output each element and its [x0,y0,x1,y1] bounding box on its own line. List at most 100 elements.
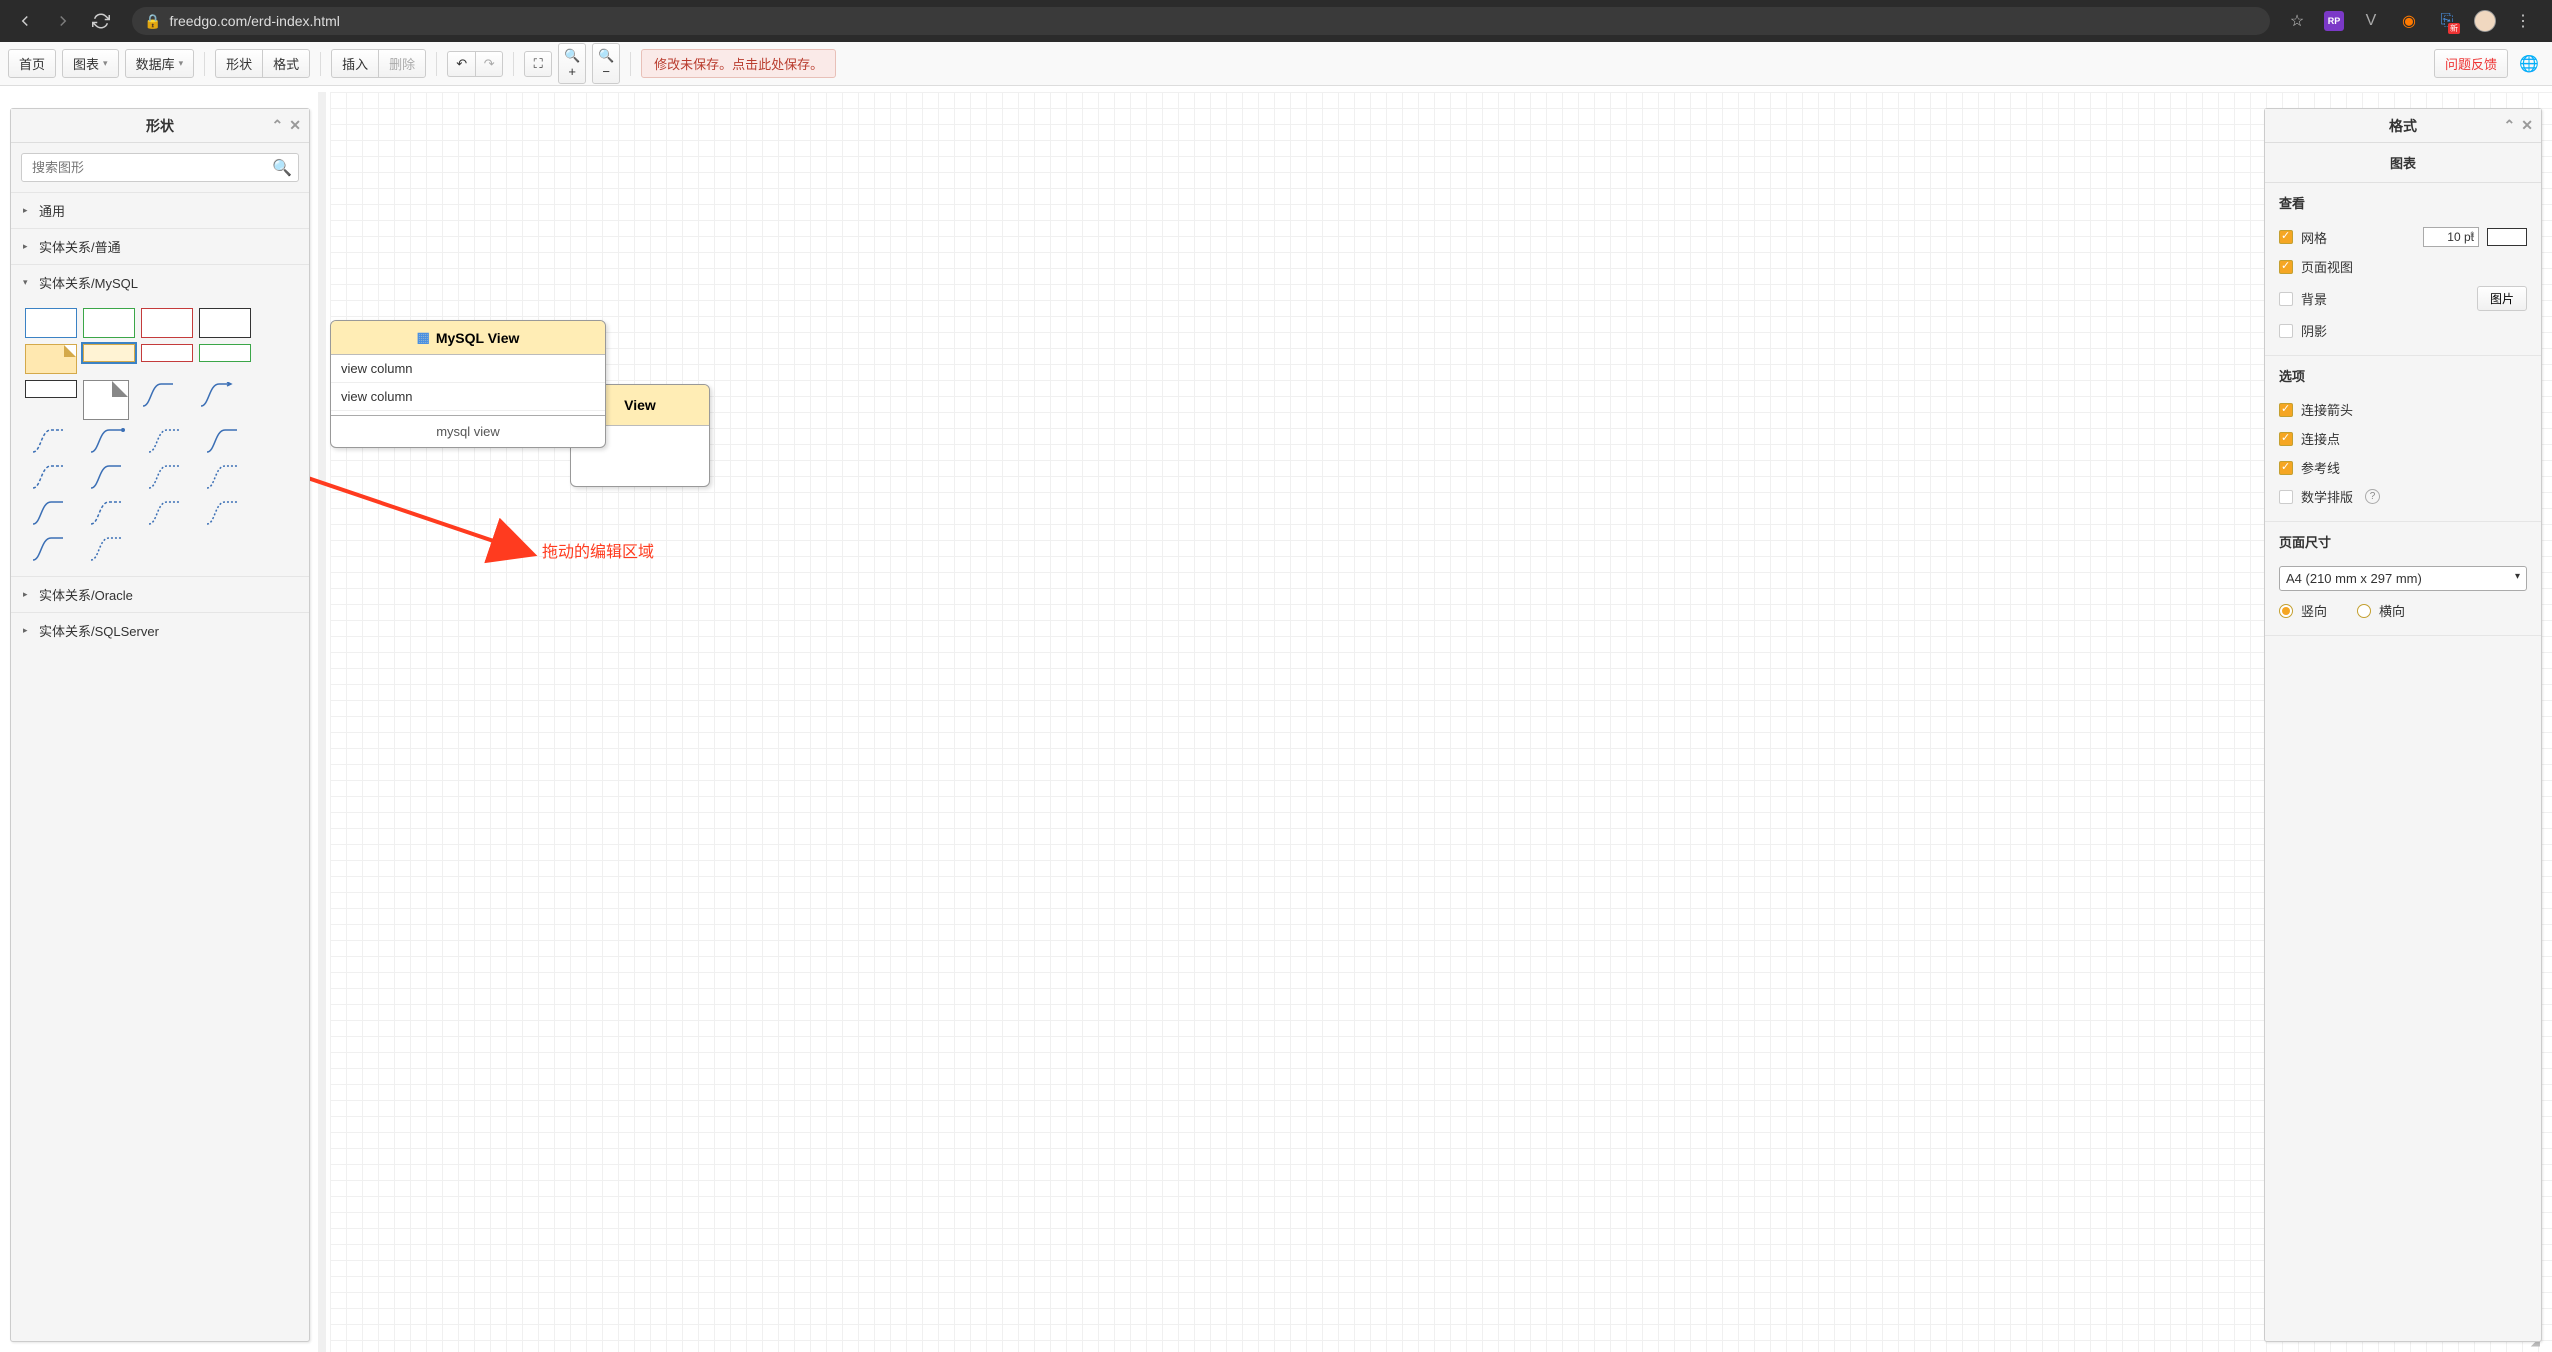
chart-menu[interactable]: 图表▾ [62,49,119,78]
grid-size-input[interactable]: 10 pt [2423,227,2479,247]
extension-orange-icon[interactable]: ◉ [2398,10,2420,32]
shape-relation-line[interactable] [199,462,251,492]
close-icon[interactable]: ✕ [289,117,301,134]
section-options: 选项 [2279,366,2527,385]
shape-relation-line[interactable] [199,498,251,528]
chevron-right-icon: ▸ [23,625,33,636]
pagesize-select[interactable]: A4 (210 mm x 297 mm)▾ [2279,566,2527,591]
search-icon[interactable]: 🔍 [266,154,298,181]
image-button[interactable]: 图片 [2477,286,2527,311]
scrollbar[interactable] [318,92,326,1352]
shape-view-red[interactable] [141,344,193,362]
chevron-down-icon: ▾ [23,277,33,288]
url-bar[interactable]: 🔒 freedgo.com/erd-index.html [132,7,2270,35]
insert-button[interactable]: 插入 [331,49,378,78]
checkbox-math[interactable] [2279,490,2293,504]
shape-note-large[interactable] [83,380,129,420]
shape-relation-line[interactable] [83,534,135,564]
checkbox-background[interactable] [2279,292,2293,306]
extension-translate-icon[interactable]: ⎘ [2436,10,2458,32]
reload-button[interactable] [86,6,116,36]
app-toolbar: 首页 图表▾ 数据库▾ 形状 格式 插入 删除 ↶ ↷ ⛶ 🔍+ 🔍− 修改未保… [0,42,2552,86]
checkbox-conn-points[interactable] [2279,432,2293,446]
shape-table-blue[interactable] [25,308,77,338]
shape-relation-line[interactable] [25,426,77,456]
checkbox-pageview[interactable] [2279,260,2293,274]
view-column-row: view column [331,355,605,383]
forward-button[interactable] [48,6,78,36]
category-er-common[interactable]: ▸实体关系/普通 [11,229,309,264]
zoom-out-button[interactable]: 🔍− [592,43,620,84]
category-er-sqlserver[interactable]: ▸实体关系/SQLServer [11,613,309,648]
checkbox-conn-arrows[interactable] [2279,403,2293,417]
collapse-icon[interactable]: ⌃ [2504,117,2516,134]
extension-v-icon[interactable]: V [2360,10,2382,32]
shape-relation-line[interactable] [25,498,77,528]
shape-relation-line[interactable] [193,380,245,410]
shape-relation-line[interactable] [199,426,251,456]
shape-relation-line[interactable] [141,426,193,456]
shape-view-black[interactable] [25,380,77,398]
home-button[interactable]: 首页 [8,49,56,78]
fit-button[interactable]: ⛶ [524,51,552,77]
format-panel: 格式 ⌃ ✕ 图表 查看 网格 10 pt 页面视图 [2264,108,2542,1342]
shape-relation-line[interactable] [141,498,193,528]
shape-relation-line[interactable] [25,534,77,564]
checkbox-shadow[interactable] [2279,324,2293,338]
shape-table-red[interactable] [141,308,193,338]
radio-landscape[interactable] [2357,604,2371,618]
annotation-text: 拖动的编辑区域 [542,538,654,562]
category-general[interactable]: ▸通用 [11,193,309,228]
delete-button[interactable]: 删除 [378,49,426,78]
shape-relation-line[interactable] [135,380,187,410]
shape-note[interactable] [25,344,77,374]
format-button[interactable]: 格式 [262,49,310,78]
shape-table-black[interactable] [199,308,251,338]
info-icon[interactable]: ? [2365,489,2380,504]
profile-avatar[interactable] [2474,10,2496,32]
shape-relation-line[interactable] [83,462,135,492]
shape-relation-line[interactable] [141,462,193,492]
menu-icon[interactable]: ⋮ [2512,10,2534,32]
redo-icon: ↷ [484,56,495,72]
save-banner[interactable]: 修改未保存。点击此处保存。 [641,49,836,78]
database-menu[interactable]: 数据库▾ [125,49,195,78]
zoom-in-button[interactable]: 🔍+ [558,43,586,84]
shape-table-green[interactable] [83,308,135,338]
category-er-mysql[interactable]: ▾实体关系/MySQL [11,265,309,300]
shape-relation-line[interactable] [83,498,135,528]
feedback-button[interactable]: 问题反馈 [2434,49,2508,78]
shape-relation-line[interactable] [83,426,135,456]
undo-button[interactable]: ↶ [447,51,475,77]
chevron-down-icon: ▾ [179,58,184,69]
checkbox-grid[interactable] [2279,230,2293,244]
close-icon[interactable]: ✕ [2521,117,2533,134]
category-er-oracle[interactable]: ▸实体关系/Oracle [11,577,309,612]
shape-search[interactable]: 🔍 [21,153,299,182]
tab-chart[interactable]: 图表 [2265,143,2541,183]
grid-color-swatch[interactable] [2487,228,2527,246]
undo-icon: ↶ [456,56,467,72]
shape-view-yellow[interactable] [83,344,135,362]
search-input[interactable] [22,154,266,181]
checkbox-guides[interactable] [2279,461,2293,475]
extension-rp-icon[interactable]: RP [2324,11,2344,31]
shape-relation-line[interactable] [25,462,77,492]
back-button[interactable] [10,6,40,36]
canvas-grid [330,92,2552,1352]
view-title-behind: View [624,397,656,413]
section-pagesize: 页面尺寸 [2279,532,2527,551]
radio-portrait[interactable] [2279,604,2293,618]
star-icon[interactable]: ☆ [2286,10,2308,32]
chevron-right-icon: ▸ [23,205,33,216]
zoom-in-icon: 🔍+ [564,48,580,79]
section-view: 查看 [2279,193,2527,212]
language-button[interactable]: 🌐 [2514,49,2544,79]
redo-button[interactable]: ↷ [475,51,503,77]
shape-button[interactable]: 形状 [215,49,262,78]
shape-view-green[interactable] [199,344,251,362]
globe-icon: 🌐 [2519,54,2539,74]
canvas[interactable]: View ▦ MySQL View view column view colum… [0,86,2552,1352]
collapse-icon[interactable]: ⌃ [272,117,284,134]
lock-icon: 🔒 [144,13,161,30]
